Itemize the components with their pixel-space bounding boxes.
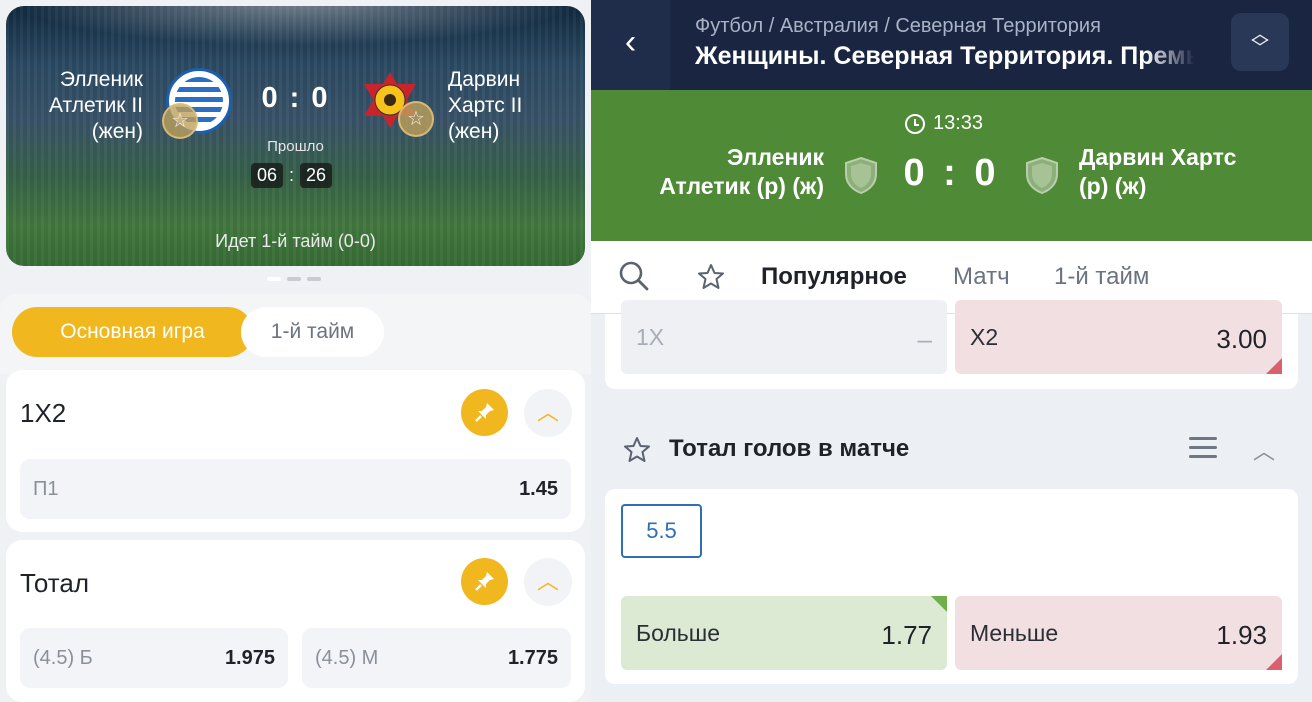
odd-button-p1[interactable]: П1 1.45 xyxy=(20,459,571,519)
clock-separator: : xyxy=(289,165,295,185)
period-status: Идет 1-й тайм (0-0) xyxy=(215,231,376,251)
odd-down-indicator xyxy=(1266,358,1282,374)
odd-label: (4.5) Б xyxy=(33,647,93,669)
odd-label: П1 xyxy=(33,478,59,500)
odd-value: 1.775 xyxy=(507,647,558,669)
star-icon[interactable] xyxy=(697,263,725,291)
tab-match[interactable]: Матч xyxy=(953,263,1010,291)
shield-icon xyxy=(1026,156,1058,194)
market-title: Тотал голов в матче xyxy=(669,435,910,462)
odd-down-indicator xyxy=(1266,654,1282,670)
odd-button-under[interactable]: (4.5) М 1.775 xyxy=(302,628,571,688)
swap-icon[interactable]: ︿ ﹀ xyxy=(1231,13,1289,71)
elapsed-label: Прошло xyxy=(267,138,324,155)
total-line-chip[interactable]: 5.5 xyxy=(621,504,702,558)
chevron-up-icon[interactable]: ︿ xyxy=(524,558,572,606)
top-bar: ‹ Футбол / Австралия / Северная Территор… xyxy=(591,0,1312,90)
chevron-up-icon[interactable]: ︿ xyxy=(524,389,572,437)
odd-label: Меньше xyxy=(970,620,1059,646)
right-pane: ‹ Футбол / Австралия / Северная Территор… xyxy=(591,0,1312,702)
market-card-total: Тотал ︿ (4.5) Б 1.975 (4.5) М 1.775 xyxy=(6,540,585,702)
tab-first-half[interactable]: 1-й тайм xyxy=(241,307,384,357)
match-time-value: 13:33 xyxy=(933,112,984,134)
odd-button-under[interactable]: Меньше 1.93 xyxy=(955,596,1282,670)
odd-value: 3.00 xyxy=(1216,324,1267,354)
carousel-dot[interactable] xyxy=(287,277,301,281)
clock-seconds: 26 xyxy=(300,163,333,188)
clock-minutes: 06 xyxy=(251,163,284,188)
tab-main-game[interactable]: Основная игра xyxy=(12,307,253,357)
away-team-line: (р) (ж) xyxy=(1079,173,1147,199)
odd-up-indicator xyxy=(931,596,947,612)
odd-button-over[interactable]: (4.5) Б 1.975 xyxy=(20,628,288,688)
stadium-lights xyxy=(6,6,585,46)
tab-first-half[interactable]: 1-й тайм xyxy=(1054,263,1149,291)
search-icon[interactable] xyxy=(619,261,649,291)
odd-value: 1.93 xyxy=(1216,620,1267,650)
odd-value: 1.45 xyxy=(519,478,558,500)
league-title: Женщины. Северная Территория. Премьер-ли… xyxy=(695,42,1195,70)
market-title: 1X2 xyxy=(20,398,67,428)
match-time: 13:33 xyxy=(905,112,983,135)
left-pane: Элленик Атлетик II (жен) ☆ 0 : 0 ☆ Дарви… xyxy=(0,0,591,702)
favorite-star-icon[interactable]: ☆ xyxy=(398,101,434,137)
odd-label: 1X xyxy=(636,324,665,350)
double-chance-card: 1X – X2 3.00 xyxy=(605,300,1298,389)
scoreboard: 13:33 Элленик Атлетик (р) (ж) 0 : 0 Дарв… xyxy=(591,90,1312,241)
chevron-up-icon[interactable]: ︿ xyxy=(1253,434,1275,466)
away-team-line: Дарвин Хартс xyxy=(1079,144,1237,170)
odd-button-over[interactable]: Больше 1.77 xyxy=(621,596,947,670)
back-arrow-icon[interactable]: ‹ xyxy=(591,0,670,90)
away-team-line: Дарвин xyxy=(448,68,521,91)
tab-popular[interactable]: Популярное xyxy=(761,263,907,291)
clock-icon xyxy=(905,113,925,134)
away-team-name: Дарвин Хартс (р) (ж) xyxy=(1079,143,1236,201)
away-team-line: Хартс II xyxy=(448,94,523,117)
odd-label: (4.5) М xyxy=(315,647,379,669)
match-clock: 06 : 26 xyxy=(251,163,333,188)
odd-label: Больше xyxy=(636,620,721,646)
carousel-dots[interactable] xyxy=(267,277,321,281)
odd-value: – xyxy=(917,324,932,354)
away-team-name: Дарвин Хартс II (жен) xyxy=(448,67,522,145)
carousel-dot[interactable] xyxy=(267,277,281,281)
odd-button-x2[interactable]: X2 3.00 xyxy=(955,300,1282,374)
breadcrumb[interactable]: Футбол / Австралия / Северная Территория xyxy=(695,15,1101,38)
carousel-dot[interactable] xyxy=(307,277,321,281)
menu-icon[interactable] xyxy=(1189,437,1217,459)
total-goals-header[interactable]: Тотал голов в матче ︿ xyxy=(591,420,1312,480)
market-title: Тотал xyxy=(20,568,89,598)
period-tabs: Основная игра 1-й тайм xyxy=(0,294,591,374)
pin-icon[interactable] xyxy=(461,558,508,605)
match-hero-card: Элленик Атлетик II (жен) ☆ 0 : 0 ☆ Дарви… xyxy=(6,6,585,266)
odd-label: X2 xyxy=(970,324,999,350)
odd-value: 1.975 xyxy=(224,647,275,669)
odd-value: 1.77 xyxy=(881,620,932,650)
pin-icon[interactable] xyxy=(461,389,508,436)
odd-button-1x[interactable]: 1X – xyxy=(621,300,947,374)
market-card-1x2: 1X2 ︿ П1 1.45 xyxy=(6,370,585,532)
star-icon[interactable] xyxy=(623,436,651,464)
